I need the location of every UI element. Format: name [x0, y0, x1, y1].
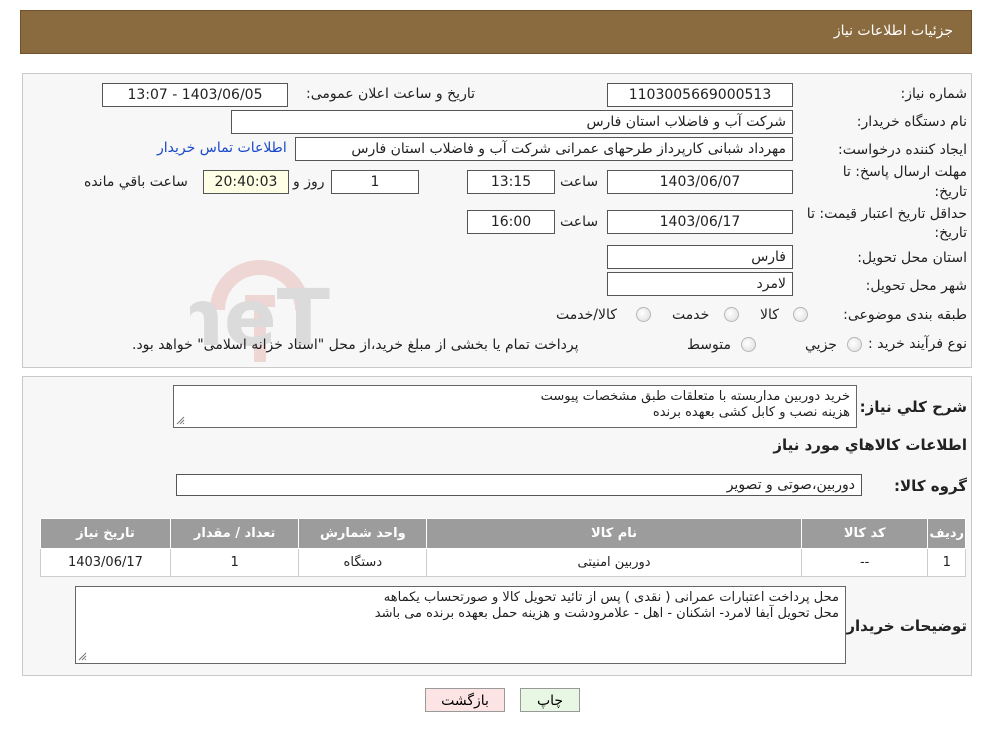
description-line-1: خرید دوربین مداربسته با متعلقات طبق مشخص… — [540, 389, 850, 404]
goods-group-field: دوربین،صوتی و تصویر — [176, 474, 862, 496]
category-service-label: خدمت — [672, 307, 710, 323]
days-label: روز و — [293, 174, 325, 190]
validity-time-field: 16:00 — [467, 210, 555, 234]
col-code-header: کد کالا — [800, 518, 929, 549]
contact-buyer-link[interactable]: اطلاعات تماس خریدار — [157, 140, 287, 156]
process-note: پرداخت تمام یا بخشی از مبلغ خرید،از محل … — [132, 337, 579, 353]
cell-qty: 1 — [169, 548, 300, 577]
buyer-org-label: نام دستگاه خریدار: — [856, 114, 967, 130]
category-service-radio[interactable] — [724, 307, 739, 322]
buyer-notes-textarea[interactable]: محل پرداخت اعتبارات عمرانی ( نقدی ) پس ا… — [75, 586, 846, 664]
description-textarea[interactable]: خرید دوربین مداربسته با متعلقات طبق مشخص… — [173, 385, 857, 428]
buyer-notes-line-2: محل تحویل آبفا لامرد- اشکنان - اهل - علا… — [374, 606, 839, 621]
announce-label: تاریخ و ساعت اعلان عمومی: — [306, 86, 475, 102]
validity-time-label: ساعت — [560, 214, 599, 230]
category-goods-label: کالا — [760, 307, 779, 323]
deadline-time-label: ساعت — [560, 174, 599, 190]
category-both-radio[interactable] — [636, 307, 651, 322]
process-medium-radio[interactable] — [741, 337, 756, 352]
col-qty-header: تعداد / مقدار — [169, 518, 300, 549]
table-row: 1 -- دوربین امنیتی دستگاه 1 1403/06/17 — [40, 548, 966, 577]
remaining-time-field: 20:40:03 — [203, 170, 289, 194]
print-button[interactable]: چاپ — [520, 688, 580, 712]
category-both-label: کالا/خدمت — [556, 307, 617, 323]
back-button[interactable]: بازگشت — [425, 688, 505, 712]
validity-label-date: تاریخ: — [934, 225, 967, 241]
category-label: طبقه بندی موضوعی: — [843, 307, 967, 323]
days-field: 1 — [331, 170, 419, 194]
announce-field: 1403/06/05 - 13:07 — [102, 83, 288, 107]
page-header: جزئیات اطلاعات نیاز — [20, 10, 972, 54]
city-field: لامرد — [607, 272, 793, 296]
category-goods-radio[interactable] — [793, 307, 808, 322]
creator-field: مهرداد شبانی کارپرداز طرحهای عمرانی شرکت… — [295, 137, 793, 161]
buyer-org-field: شرکت آب و فاضلاب استان فارس — [231, 110, 793, 134]
cell-code: -- — [800, 548, 929, 577]
cell-unit: دستگاه — [298, 548, 428, 577]
need-number-field: 1103005669000513 — [607, 83, 793, 107]
process-medium-label: متوسط — [687, 337, 731, 353]
province-field: فارس — [607, 245, 793, 269]
cell-name: دوربین امنیتی — [426, 548, 802, 577]
col-name-header: نام کالا — [426, 518, 802, 549]
items-table: رديف کد کالا نام کالا واحد شمارش تعداد /… — [40, 518, 966, 577]
deadline-date-field: 1403/06/07 — [607, 170, 793, 194]
description-label: شرح کلي نياز: — [859, 398, 967, 416]
cell-date: 1403/06/17 — [40, 548, 171, 577]
need-number-label: شماره نیاز: — [900, 86, 968, 102]
province-label: استان محل تحویل: — [857, 250, 967, 266]
deadline-label: مهلت ارسال پاسخ: تا — [842, 164, 967, 180]
deadline-label-date: تاریخ: — [934, 184, 967, 200]
resize-grip-icon[interactable] — [176, 416, 185, 425]
col-date-header: تاریخ نیاز — [40, 518, 171, 549]
buyer-notes-line-1: محل پرداخت اعتبارات عمرانی ( نقدی ) پس ا… — [383, 590, 839, 605]
deadline-time-field: 13:15 — [467, 170, 555, 194]
col-unit-header: واحد شمارش — [298, 518, 428, 549]
description-line-2: هزینه نصب و کابل کشی بعهده برنده — [652, 405, 850, 420]
process-minor-label: جزيي — [805, 337, 837, 353]
goods-group-label: گروه کالا: — [894, 477, 967, 495]
validity-label: حداقل تاریخ اعتبار قیمت: تا — [806, 206, 967, 222]
process-minor-radio[interactable] — [847, 337, 862, 352]
page-title: جزئیات اطلاعات نیاز — [833, 23, 953, 39]
process-label: نوع فرآیند خرید : — [868, 336, 967, 352]
table-header-row: رديف کد کالا نام کالا واحد شمارش تعداد /… — [40, 518, 966, 549]
goods-section-title: اطلاعات کالاهاي مورد نياز — [773, 436, 967, 454]
cell-index: 1 — [927, 548, 966, 577]
resize-grip-icon[interactable] — [78, 652, 87, 661]
validity-date-field: 1403/06/17 — [607, 210, 793, 234]
city-label: شهر محل تحویل: — [865, 278, 967, 294]
remaining-label: ساعت باقي مانده — [84, 174, 188, 190]
creator-label: ایجاد کننده درخواست: — [838, 142, 967, 158]
buyer-notes-label: توضیحات خریدار: — [840, 617, 967, 635]
col-index-header: رديف — [927, 518, 966, 549]
